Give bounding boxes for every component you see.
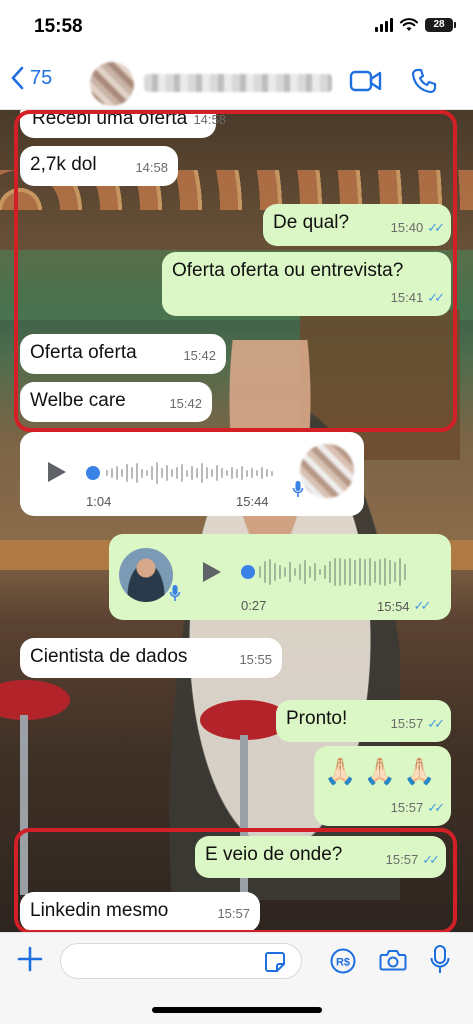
message-emoji: 🙏🏻 🙏🏻 🙏🏻 [324, 756, 436, 786]
audio-waveform [106, 458, 273, 488]
voice-message-incoming[interactable]: 1:04 15:44 [20, 432, 364, 516]
message-time: 15:55 [239, 652, 272, 667]
battery-icon: 28 [425, 18, 456, 32]
contact-avatar[interactable] [90, 62, 134, 106]
plus-icon[interactable] [16, 945, 44, 973]
video-camera-icon[interactable] [349, 68, 383, 94]
unread-count: 75 [30, 66, 53, 89]
microphone-icon [169, 585, 181, 601]
status-bar: 15:58 28 [0, 0, 473, 52]
read-ticks-icon: ✓✓ [427, 716, 445, 731]
voice-sender-avatar[interactable] [119, 548, 173, 602]
contact-name[interactable] [144, 74, 332, 92]
wifi-icon [400, 18, 418, 31]
voice-message-outgoing[interactable]: 0:27 15:54 ✓✓ [109, 534, 451, 620]
voice-time: 15:44 [236, 494, 269, 509]
sticker-icon[interactable] [264, 951, 286, 973]
voice-duration: 1:04 [86, 494, 112, 509]
message-time: 15:57 ✓✓ [391, 713, 445, 735]
message-text: Cientista de dados [30, 646, 188, 667]
message-outgoing[interactable]: Pronto! 15:57 ✓✓ [276, 700, 451, 742]
camera-icon[interactable] [379, 948, 407, 972]
home-indicator [152, 1007, 322, 1013]
highlight-box [14, 110, 457, 432]
voice-time: 15:54 ✓✓ [377, 598, 432, 614]
wallpaper-stool [0, 680, 70, 720]
status-time: 15:58 [34, 16, 83, 37]
audio-waveform [259, 557, 406, 587]
playback-position-dot[interactable] [86, 466, 100, 480]
microphone-icon [292, 481, 304, 497]
real-currency-icon[interactable]: R$ [330, 948, 356, 974]
cellular-signal-icon [375, 18, 393, 32]
message-time: 15:57 ✓✓ [391, 797, 445, 819]
message-text: Pronto! [286, 708, 348, 729]
microphone-icon[interactable] [430, 945, 450, 975]
play-icon[interactable] [201, 560, 223, 584]
read-ticks-icon: ✓✓ [413, 598, 432, 613]
svg-text:R$: R$ [336, 957, 350, 969]
playback-position-dot[interactable] [241, 565, 255, 579]
read-ticks-icon: ✓✓ [427, 800, 445, 815]
status-icons: 28 [375, 18, 456, 32]
message-incoming[interactable]: Cientista de dados 15:55 [20, 638, 282, 678]
message-input-bar: R$ [0, 932, 473, 1024]
header-overlay: 75 [0, 52, 473, 110]
voice-duration: 0:27 [241, 598, 267, 613]
highlight-box [14, 828, 457, 934]
play-icon[interactable] [46, 460, 68, 484]
back-button[interactable]: 75 [10, 66, 52, 90]
phone-icon[interactable] [411, 68, 437, 94]
chevron-left-icon [11, 66, 24, 90]
message-outgoing[interactable]: 🙏🏻 🙏🏻 🙏🏻 15:57 ✓✓ [314, 746, 451, 826]
voice-sender-avatar[interactable] [300, 444, 354, 498]
